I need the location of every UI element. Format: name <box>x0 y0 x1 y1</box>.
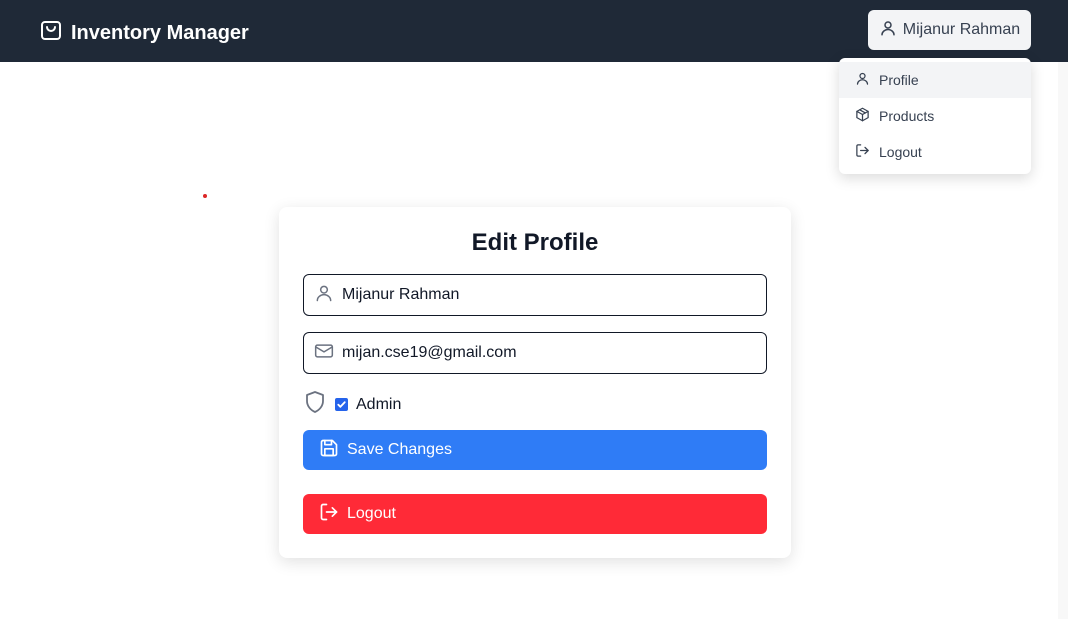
name-field[interactable] <box>303 274 767 316</box>
logout-icon <box>855 143 870 161</box>
menu-item-products[interactable]: Products <box>839 98 1031 134</box>
package-icon <box>855 107 870 125</box>
menu-item-profile[interactable]: Profile <box>839 62 1031 98</box>
email-field[interactable] <box>303 332 767 374</box>
logout-icon <box>319 502 339 527</box>
save-changes-label: Save Changes <box>347 441 452 458</box>
admin-checkbox[interactable] <box>335 398 348 411</box>
user-icon <box>314 283 334 308</box>
mail-icon <box>314 341 334 366</box>
save-icon <box>319 438 339 463</box>
email-input[interactable] <box>342 344 742 362</box>
brand[interactable]: Inventory Manager <box>39 18 249 48</box>
menu-item-label: Logout <box>879 144 922 160</box>
admin-row: Admin <box>303 390 401 419</box>
menu-item-logout[interactable]: Logout <box>839 134 1031 170</box>
save-changes-button[interactable]: Save Changes <box>303 430 767 470</box>
page-title: Edit Profile <box>471 229 599 256</box>
user-name: Mijanur Rahman <box>902 21 1021 38</box>
name-input[interactable] <box>342 286 742 304</box>
navbar: Inventory Manager Mijanur Rahman <box>0 0 1068 62</box>
logout-label: Logout <box>347 505 396 522</box>
shopping-bag-icon <box>39 18 63 48</box>
logout-button[interactable]: Logout <box>303 494 767 534</box>
menu-item-label: Products <box>879 108 935 124</box>
app-title: Inventory Manager <box>71 21 249 44</box>
scrollbar-track[interactable] <box>1058 62 1068 619</box>
shield-icon <box>303 390 327 419</box>
user-icon <box>879 19 897 42</box>
user-dropdown-menu: Profile Products Logout <box>839 58 1031 174</box>
admin-label: Admin <box>356 395 402 413</box>
edit-profile-card: Edit Profile Admin <box>279 207 791 558</box>
user-menu-button[interactable]: Mijanur Rahman <box>868 10 1031 50</box>
user-icon <box>855 71 870 89</box>
menu-item-label: Profile <box>879 72 919 88</box>
cursor-dot <box>203 194 207 198</box>
